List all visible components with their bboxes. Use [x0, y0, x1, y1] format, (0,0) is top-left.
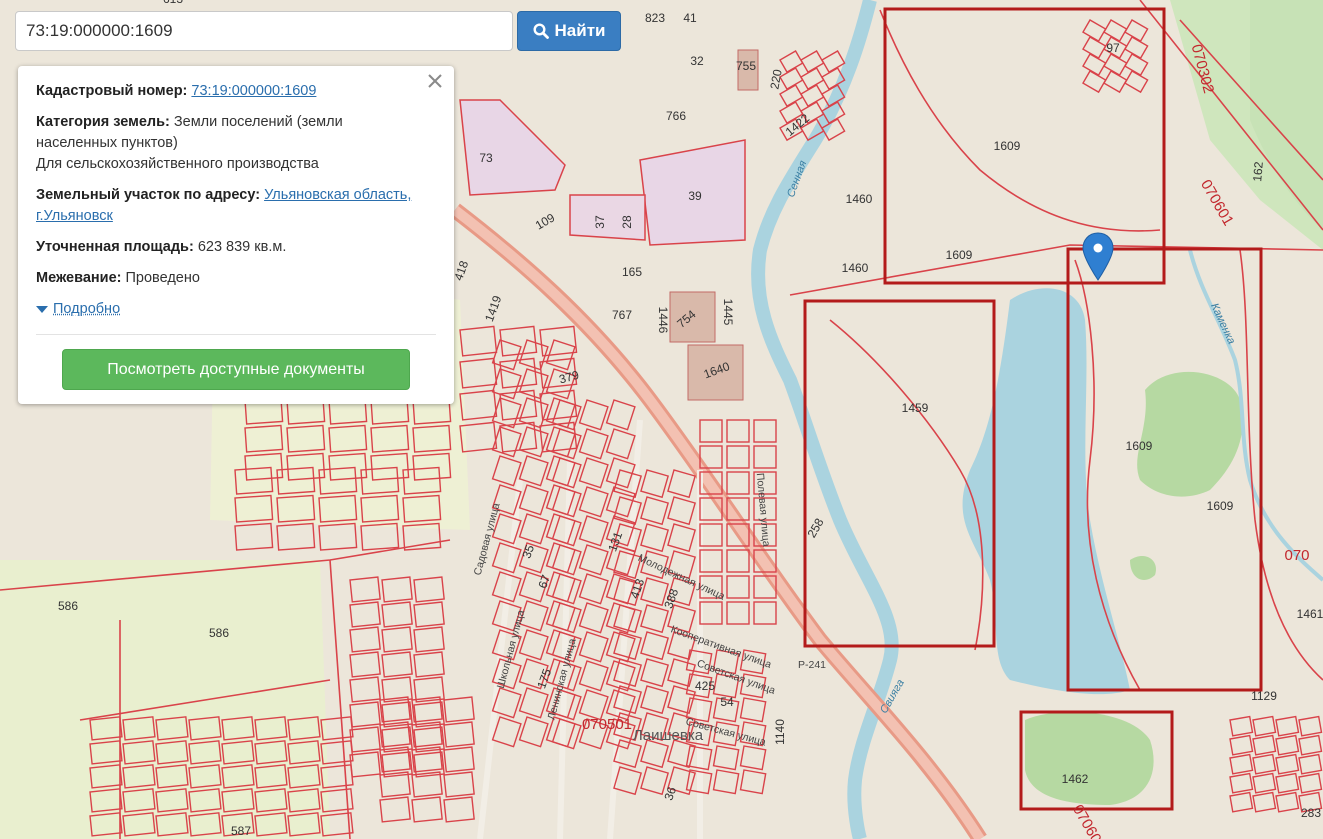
parcel-label: 28 [620, 215, 634, 229]
parcel-label: 587 [231, 824, 251, 838]
view-documents-button[interactable]: Посмотреть доступные документы [62, 349, 410, 390]
parcel-label: 1609 [946, 248, 973, 262]
parcel-label: 1460 [842, 261, 869, 275]
search-button[interactable]: Найти [517, 11, 621, 51]
parcel-label: 823 [645, 11, 665, 25]
details-row: Подробно [36, 299, 436, 321]
parcel-label: 767 [612, 308, 632, 322]
parcel-label: 070 [1284, 547, 1309, 564]
parcel-label: 1140 [773, 719, 787, 745]
place-label: Лаишевка [633, 727, 704, 744]
parcel-label: 54 [720, 695, 734, 709]
cadastral-number-link[interactable]: 73:19:000000:1609 [191, 83, 316, 99]
address-row: Земельный участок по адресу: Ульяновская… [36, 185, 436, 227]
parcel-label: 1459 [902, 401, 929, 415]
cadastral-row: Кадастровый номер: 73:19:000000:1609 [36, 81, 436, 102]
area-label: Уточненная площадь: [36, 239, 194, 255]
parcel-label: 283 [1301, 806, 1321, 820]
parcel-label: 1446 [656, 307, 670, 334]
parcel-label: 1609 [994, 139, 1021, 153]
parcel-label: 755 [736, 59, 756, 73]
parcel-label: 37 [593, 215, 607, 229]
parcel-label: 39 [688, 189, 702, 203]
parcel-label: 613 [163, 0, 183, 6]
parcel-label: 165 [622, 265, 642, 279]
parcel-label: 1129 [1251, 689, 1277, 703]
parcel-label: 41 [683, 11, 697, 25]
parcel-label: 73 [479, 151, 493, 165]
category-label: Категория земель: [36, 114, 170, 130]
parcel-label: 1460 [846, 192, 873, 206]
category-row: Категория земель: Земли поселений (земли… [36, 112, 366, 175]
parcel-label: 1445 [721, 299, 735, 326]
category-use: Для сельскохозяйственного производства [36, 156, 319, 172]
parcel-label: 070501 [582, 716, 632, 733]
search-icon [533, 23, 549, 39]
address-label: Земельный участок по адресу: [36, 187, 261, 203]
survey-label: Межевание: [36, 270, 122, 286]
parcel-label: 32 [690, 54, 704, 68]
details-toggle[interactable]: Подробно [36, 299, 120, 320]
parcel-label: 425 [695, 679, 715, 693]
street-label: Р-241 [798, 659, 826, 671]
details-link: Подробно [53, 301, 121, 317]
parcel-label: 1609 [1207, 499, 1234, 513]
parcel-label: 766 [666, 109, 686, 123]
parcel-info-panel: Кадастровый номер: 73:19:000000:1609 Кат… [18, 66, 454, 404]
caret-down-icon [36, 305, 48, 313]
parcel-label: 1461 [1297, 607, 1323, 621]
parcel-label: 1609 [1126, 439, 1153, 453]
parcel-label: 586 [58, 599, 78, 613]
search-button-label: Найти [554, 21, 606, 40]
search-input[interactable] [15, 11, 513, 51]
area-value: 623 839 кв.м. [197, 239, 287, 255]
parcel-label: 586 [209, 626, 229, 640]
area-row: Уточненная площадь: 623 839 кв.м. [36, 237, 436, 258]
parcel-label: 1462 [1062, 772, 1089, 786]
parcel-label: 97 [1106, 41, 1120, 55]
cadastral-label: Кадастровый номер: [36, 83, 188, 99]
survey-row: Межевание: Проведено [36, 268, 436, 289]
panel-divider [36, 334, 436, 335]
survey-value: Проведено [125, 270, 200, 286]
parcel-label: 162 [1250, 161, 1266, 182]
